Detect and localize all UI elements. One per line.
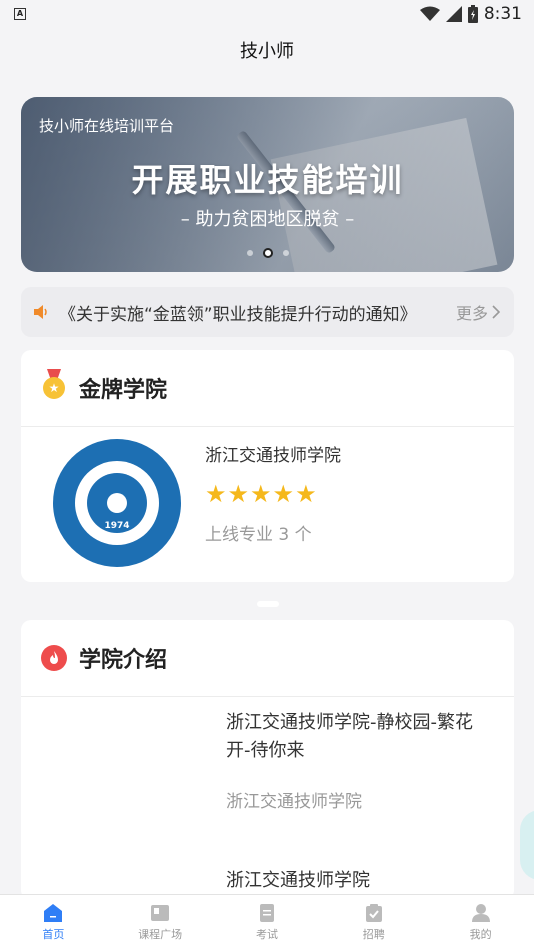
- intro-item[interactable]: 浙江交通技师学院: [226, 866, 514, 892]
- home-icon: [44, 904, 63, 922]
- tab-exam[interactable]: 考试: [214, 895, 321, 950]
- tab-recruit[interactable]: 招聘: [320, 895, 427, 950]
- carousel-dot[interactable]: [246, 250, 253, 256]
- notice-text[interactable]: 《关于实施“金蓝领”职业技能提升行动的通知》: [59, 300, 442, 325]
- tab-label: 考试: [255, 928, 278, 941]
- bottom-tab-bar: 首页 课程广场 考试 招聘 我的: [0, 894, 534, 950]
- notice-more-label: 更多: [455, 304, 488, 323]
- medal-icon: ★: [41, 369, 67, 401]
- carousel-dot-active[interactable]: [262, 248, 273, 258]
- signal-icon: [445, 6, 462, 22]
- fire-icon: [41, 645, 67, 671]
- exam-icon: [259, 904, 274, 922]
- section-title: 学院介绍: [79, 648, 168, 673]
- intro-item-title: 浙江交通技师学院-静校园-繁花开-待你来: [226, 712, 473, 761]
- speaker-icon: [34, 305, 47, 319]
- college-intro-card: 学院介绍 浙江交通技师学院-静校园-繁花开-待你来 浙江交通技师学院 浙江交通技…: [21, 620, 514, 900]
- notice-bar[interactable]: 《关于实施“金蓝领”职业技能提升行动的通知》 更多: [21, 287, 514, 337]
- battery-icon: [467, 5, 478, 23]
- college-logo: 1974: [53, 439, 181, 567]
- notice-more-link[interactable]: 更多: [456, 300, 500, 324]
- chevron-right-icon: [492, 305, 500, 319]
- tab-label: 我的: [469, 928, 492, 941]
- status-time: 8:31: [483, 4, 522, 24]
- status-bar: A 8:31: [0, 0, 534, 28]
- tab-label: 首页: [42, 928, 65, 941]
- college-info: 浙江交通技师学院 ★★★★★ 上线专业 3 个: [205, 439, 341, 581]
- section-scroll-indicator: [257, 601, 279, 607]
- gold-college-card: ★ 金牌学院 1974 浙江交通技师学院 ★★★★★ 上线专业 3 个: [21, 350, 514, 582]
- tab-home[interactable]: 首页: [0, 895, 107, 950]
- recruit-icon: [365, 904, 382, 922]
- star-rating: ★★★★★: [205, 480, 318, 508]
- tab-label: 招聘: [362, 928, 385, 941]
- intro-item-source: 浙江交通技师学院: [226, 792, 362, 812]
- notification-icon: A: [14, 8, 26, 20]
- tab-label: 课程广场: [138, 928, 183, 941]
- carousel-dot[interactable]: [282, 250, 289, 256]
- banner-subtitle: 技小师在线培训平台: [39, 117, 175, 135]
- college-intro-header: 学院介绍: [21, 620, 514, 697]
- wifi-icon: [419, 6, 440, 21]
- section-title: 金牌学院: [79, 378, 168, 403]
- college-course-count: 上线专业 3 个: [205, 525, 312, 545]
- college-name: 浙江交通技师学院: [205, 446, 341, 466]
- tab-course-square[interactable]: 课程广场: [107, 895, 214, 950]
- status-indicators: 8:31: [419, 4, 522, 24]
- floating-action-button[interactable]: [520, 810, 534, 880]
- page-title: 技小师: [240, 41, 294, 62]
- college-logo-year: 1974: [104, 521, 130, 531]
- gold-college-header: ★ 金牌学院: [21, 350, 514, 427]
- intro-item-title: 浙江交通技师学院: [226, 870, 370, 891]
- tab-profile[interactable]: 我的: [427, 895, 534, 950]
- college-item[interactable]: 1974 浙江交通技师学院 ★★★★★ 上线专业 3 个: [21, 427, 514, 581]
- banner-title: 开展职业技能培训: [131, 161, 404, 199]
- banner-carousel[interactable]: 技小师在线培训平台 开展职业技能培训 – 助力贫困地区脱贫 –: [21, 97, 514, 272]
- profile-icon: [471, 904, 490, 922]
- intro-item[interactable]: 浙江交通技师学院-静校园-繁花开-待你来 浙江交通技师学院: [226, 709, 514, 812]
- intro-list: 浙江交通技师学院-静校园-繁花开-待你来 浙江交通技师学院 浙江交通技师学院: [21, 697, 514, 892]
- course-icon: [151, 905, 170, 921]
- carousel-indicators: [21, 248, 514, 258]
- banner-tagline: – 助力贫困地区脱贫 –: [180, 209, 355, 230]
